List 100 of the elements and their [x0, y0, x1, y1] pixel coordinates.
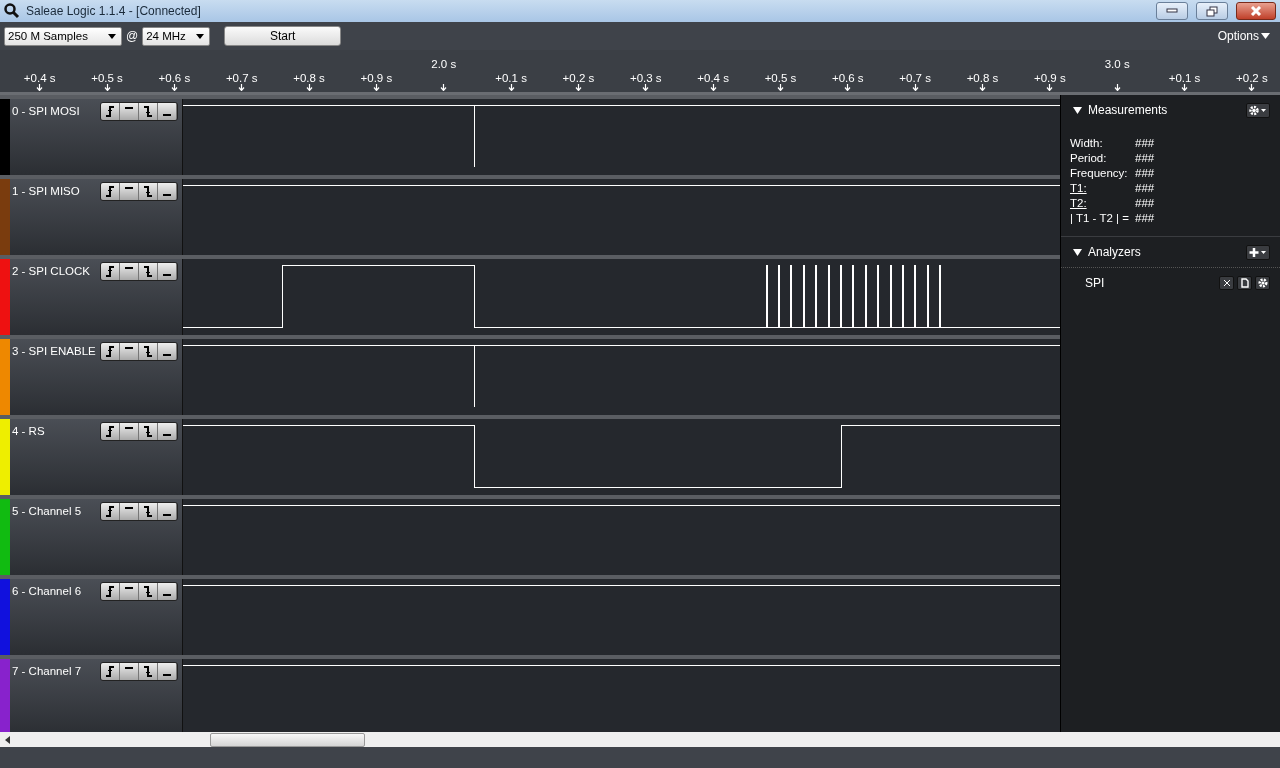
falling-edge-trigger-button[interactable] [139, 263, 158, 280]
settings-menu-button[interactable] [1246, 102, 1270, 118]
channel-name: 7 - Channel 7 [12, 665, 83, 677]
scrollbar-thumb[interactable] [210, 732, 365, 747]
high-trigger-button[interactable] [120, 103, 139, 120]
channel-name: 1 - SPI MISO [12, 185, 81, 197]
measurements-heading: Measurements [1088, 103, 1168, 117]
rising-edge-trigger-button[interactable] [101, 503, 120, 520]
tick-arrow-icon [372, 84, 380, 91]
window-title: Saleae Logic 1.1.4 - [Connected] [26, 4, 201, 18]
tick-arrow-icon [642, 84, 650, 91]
minimize-button[interactable] [1156, 2, 1188, 20]
tick-arrow-icon [1113, 84, 1121, 91]
magnifier-icon [4, 3, 20, 19]
high-trigger-button[interactable] [120, 423, 139, 440]
collapse-triangle-icon[interactable] [1073, 248, 1082, 256]
low-trigger-button[interactable] [158, 423, 177, 440]
settings-button[interactable] [1255, 276, 1270, 290]
time-label: +0.6 s [831, 72, 864, 84]
caret-icon [108, 33, 116, 39]
time-label: +0.8 s [293, 72, 325, 84]
rising-edge-trigger-button[interactable] [101, 583, 120, 600]
low-trigger-button[interactable] [158, 663, 177, 680]
falling-edge-icon [143, 266, 153, 277]
gear-icon [1257, 278, 1268, 288]
tick-arrow-icon [305, 84, 313, 91]
time-label: +0.1 s [495, 72, 527, 84]
high-trigger-button[interactable] [120, 583, 139, 600]
tick-arrow-icon [1248, 84, 1256, 91]
rising-edge-trigger-button[interactable] [101, 183, 120, 200]
low-trigger-button[interactable] [158, 183, 177, 200]
time-label: +0.5 s [91, 72, 123, 84]
high-trigger-button[interactable] [120, 263, 139, 280]
rising-edge-icon [105, 186, 115, 197]
falling-edge-trigger-button[interactable] [139, 343, 158, 360]
rising-edge-icon [105, 506, 115, 517]
measurement-label: | T1 - T2 | = [1070, 211, 1130, 226]
rising-edge-icon [105, 586, 115, 597]
falling-edge-icon [143, 666, 153, 677]
tick-arrow-icon [979, 84, 986, 91]
rising-edge-trigger-button[interactable] [101, 663, 120, 680]
time-label: 3.0 s [1104, 58, 1130, 70]
time-label: +0.5 s [764, 72, 797, 84]
options-menu[interactable]: Options [1217, 29, 1270, 43]
low-trigger-button[interactable] [158, 583, 177, 600]
rising-edge-icon [105, 266, 115, 277]
minimize-icon [1166, 8, 1178, 14]
falling-edge-trigger-button[interactable] [139, 423, 158, 440]
falling-edge-trigger-button[interactable] [139, 663, 158, 680]
tick-arrow-icon [440, 84, 448, 91]
low-trigger-button[interactable] [158, 263, 177, 280]
close-button[interactable] [1219, 276, 1234, 290]
tick-arrow-icon [844, 84, 852, 91]
time-label: +0.4 s [697, 72, 729, 84]
rising-edge-icon [105, 666, 115, 677]
falling-edge-trigger-button[interactable] [139, 583, 158, 600]
falling-edge-icon [143, 346, 153, 357]
high-trigger-button[interactable] [120, 503, 139, 520]
start-button[interactable]: Start [224, 26, 342, 46]
low-trigger-button[interactable] [158, 343, 177, 360]
high-trigger-button[interactable] [120, 183, 139, 200]
time-label: +0.9 s [1034, 72, 1066, 84]
falling-edge-trigger-button[interactable] [139, 503, 158, 520]
tick-arrow-icon [507, 84, 515, 91]
rising-edge-trigger-button[interactable] [101, 263, 120, 280]
falling-edge-icon [143, 106, 153, 117]
copy-button[interactable] [1237, 276, 1252, 290]
high-trigger-button[interactable] [120, 663, 139, 680]
rate-dropdown[interactable]: 24 MHz [142, 26, 211, 46]
high-trigger-button[interactable] [120, 343, 139, 360]
rising-edge-trigger-button[interactable] [101, 343, 120, 360]
time-label: +0.4 s [23, 72, 56, 84]
measurement-value: ### [1135, 151, 1155, 166]
channel-name: 4 - RS [12, 425, 46, 437]
measurement-label: Frequency: [1070, 166, 1129, 181]
time-label: +0.6 s [158, 72, 191, 84]
time-label: +0.2 s [562, 72, 595, 84]
add-analyzer-button[interactable] [1246, 244, 1270, 260]
at-label: @ [126, 29, 139, 43]
restore-button[interactable] [1196, 2, 1228, 20]
analyzer-name[interactable]: SPI [1085, 276, 1105, 290]
scroll-left-arrow-icon[interactable] [5, 735, 10, 744]
close-button[interactable] [1236, 2, 1276, 20]
low-trigger-button[interactable] [158, 103, 177, 120]
falling-edge-trigger-button[interactable] [139, 103, 158, 120]
analyzers-heading: Analyzers [1088, 245, 1141, 259]
tick-arrow-icon [709, 84, 717, 91]
samples-dropdown[interactable]: 250 M Samples [4, 26, 122, 46]
measurement-value: ### [1135, 211, 1155, 226]
time-label: +0.3 s [629, 72, 662, 84]
falling-edge-icon [143, 506, 153, 517]
tick-arrow-icon [1046, 84, 1054, 91]
caret-icon [196, 33, 205, 39]
collapse-triangle-icon[interactable] [1073, 106, 1082, 114]
rising-edge-trigger-button[interactable] [101, 103, 120, 120]
falling-edge-trigger-button[interactable] [139, 183, 158, 200]
measurement-value: ### [1135, 196, 1155, 211]
time-label: +0.7 s [899, 72, 931, 84]
rising-edge-trigger-button[interactable] [101, 423, 120, 440]
low-trigger-button[interactable] [158, 503, 177, 520]
